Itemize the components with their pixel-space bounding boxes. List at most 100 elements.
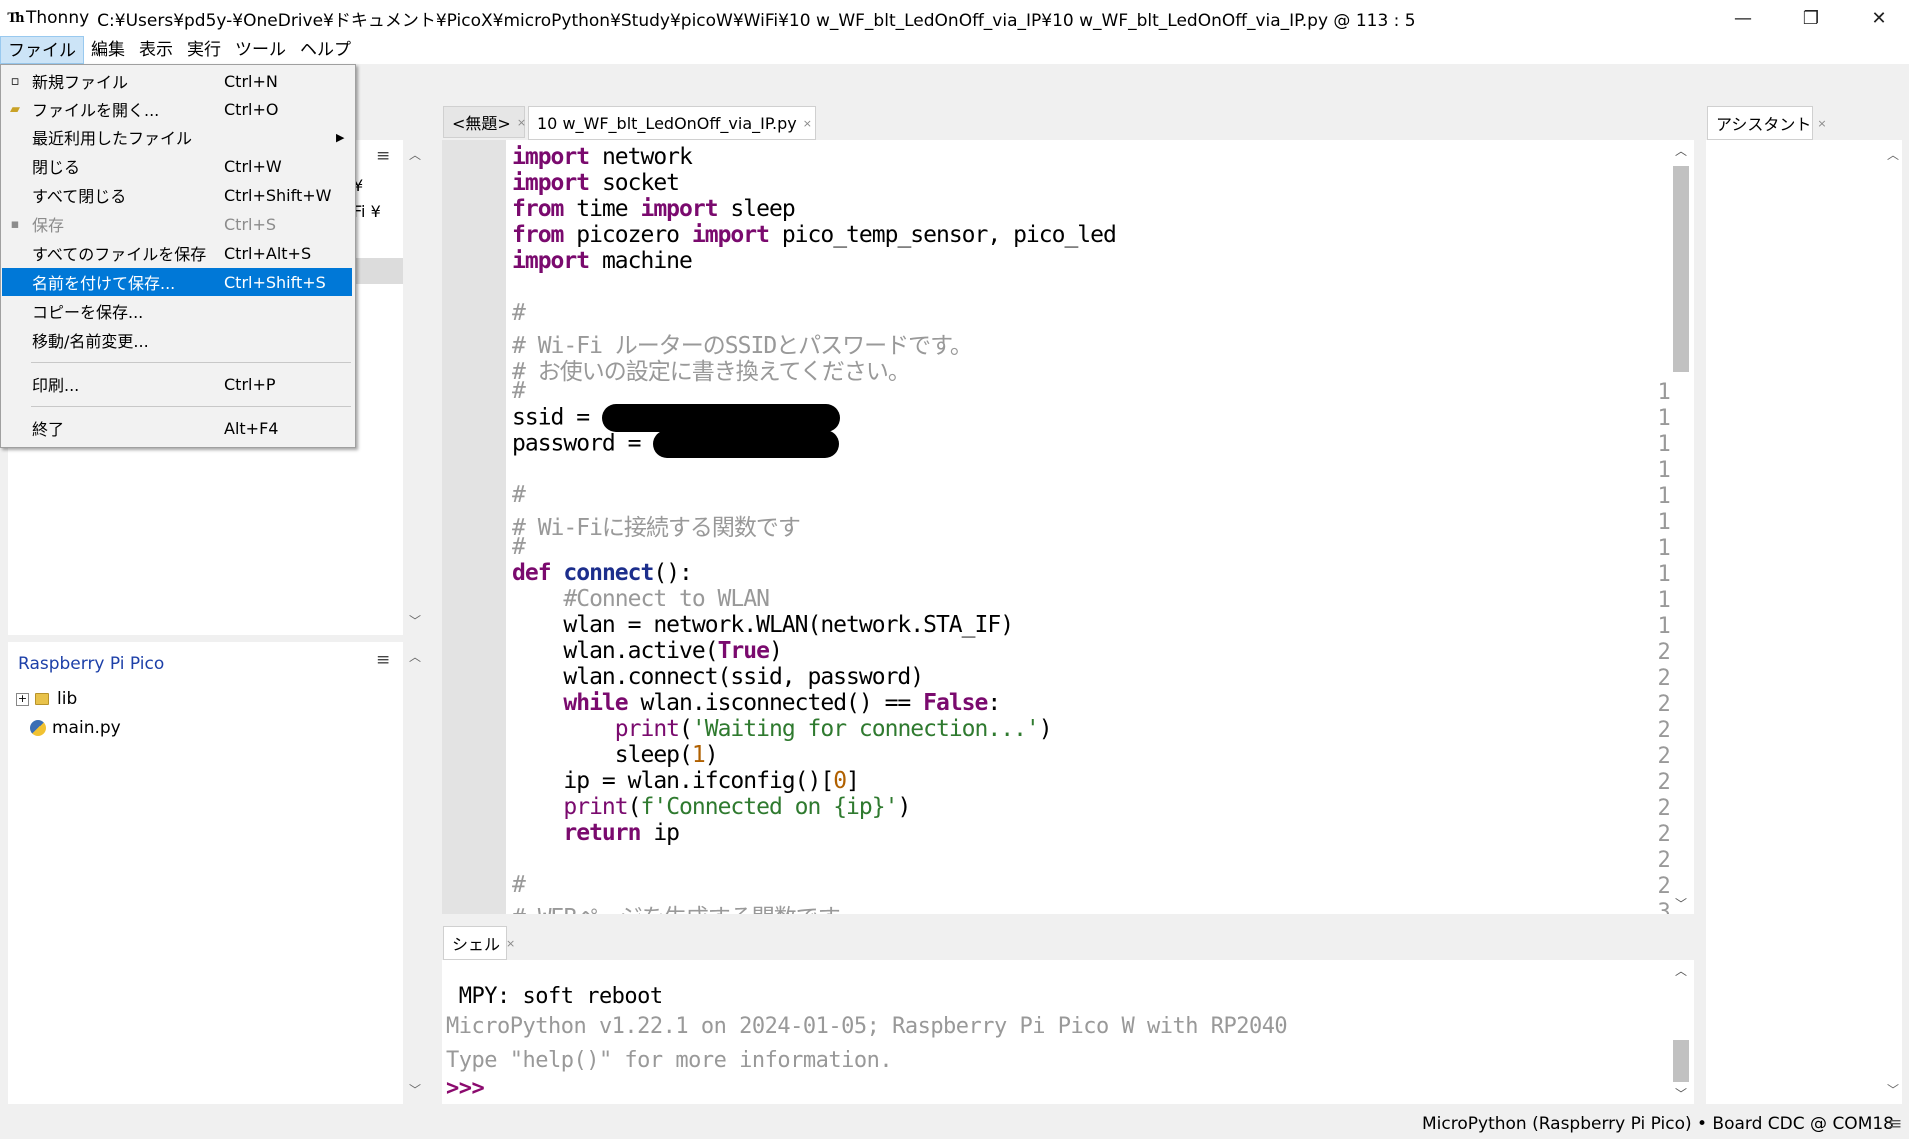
close-tab-icon[interactable]: ×	[1817, 117, 1826, 130]
minimize-icon: —	[1734, 7, 1752, 29]
scroll-down-icon[interactable]: ﹀	[1887, 1081, 1899, 1098]
code-line-16: #	[512, 534, 526, 560]
menu-file[interactable]: ファイル	[0, 36, 84, 64]
tab-assistant[interactable]: アシスタント ×	[1707, 106, 1827, 140]
menu-item-save[interactable]: ▪ 保存 Ctrl+S	[2, 210, 352, 238]
menu-bar: ファイル 編集 表示 実行 ツール ヘルプ	[0, 36, 1909, 64]
shell-scroll-thumb[interactable]	[1673, 1040, 1689, 1082]
scroll-up-icon[interactable]: ︿	[1887, 146, 1899, 163]
scroll-up-icon[interactable]: ︿	[409, 648, 421, 665]
close-tab-icon[interactable]: ×	[517, 116, 526, 129]
minimize-button[interactable]: —	[1714, 0, 1772, 36]
scroll-down-icon[interactable]: ﹀	[409, 612, 421, 629]
close-tab-icon[interactable]: ×	[506, 937, 515, 950]
scroll-up-icon[interactable]: ︿	[1675, 962, 1687, 979]
code-line-3: from time import sleep	[512, 196, 796, 222]
menu-item-print[interactable]: 印刷... Ctrl+P	[2, 370, 352, 398]
code-line-21: wlan.connect(ssid, password)	[512, 664, 924, 690]
menu-help[interactable]: ヘルプ	[293, 36, 358, 64]
tab-label: 10 w_WF_blt_LedOnOff_via_IP.py	[537, 113, 797, 133]
shell-line: MicroPython v1.22.1 on 2024-01-05; Raspb…	[446, 1014, 1288, 1039]
restore-button[interactable]: ❐	[1782, 0, 1840, 36]
files-top-scrollbar[interactable]: ︿ ﹀	[404, 140, 426, 635]
window-title: C:¥Users¥pd5y-¥OneDrive¥ドキュメント¥PicoX¥mic…	[97, 10, 1416, 31]
menu-edit[interactable]: 編集	[84, 36, 132, 64]
menu-separator	[31, 362, 351, 363]
menu-view[interactable]: 表示	[132, 36, 180, 64]
code-line-22: while wlan.isconnected() == False:	[563, 690, 1001, 716]
menu-item-move-rename[interactable]: 移動/名前変更...	[2, 326, 352, 354]
code-line-24: sleep(1)	[512, 742, 719, 768]
shell-pane[interactable]: MPY: soft reboot MicroPython v1.22.1 on …	[442, 960, 1694, 1104]
tree-item-lib[interactable]: + lib	[16, 686, 77, 712]
hamburger-icon[interactable]: ≡	[1888, 1114, 1902, 1134]
editor-scroll-thumb[interactable]	[1673, 166, 1689, 372]
python-file-icon	[30, 720, 46, 736]
menu-item-open-file[interactable]: ▰ ファイルを開く... Ctrl+O	[2, 95, 352, 123]
shell-line: MPY: soft reboot	[446, 984, 663, 1009]
menu-item-save-as[interactable]: 名前を付けて保存... Ctrl+Shift+S	[2, 268, 352, 296]
folder-icon	[35, 693, 49, 705]
code-line-25: ip = wlan.ifconfig()[0]	[512, 768, 860, 794]
menu-tools[interactable]: ツール	[228, 36, 293, 64]
status-bar: MicroPython (Raspberry Pi Pico) • Board …	[0, 1110, 1909, 1139]
files-pane-device: Raspberry Pi Pico ≡ + lib main.py	[8, 642, 403, 1104]
redacted-password	[653, 430, 840, 458]
tab-label: アシスタント	[1716, 115, 1812, 134]
menu-item-save-all[interactable]: すべてのファイルを保存 Ctrl+Alt+S	[2, 239, 352, 267]
app-name: Thonny	[26, 8, 90, 28]
menu-item-close-all[interactable]: すべて閉じる Ctrl+Shift+W	[2, 181, 352, 209]
scroll-down-icon[interactable]: ﹀	[1675, 895, 1687, 912]
pane-menu-icon[interactable]: ≡	[376, 146, 390, 166]
tab-untitled[interactable]: <無題> ×	[443, 106, 526, 138]
scroll-up-icon[interactable]: ︿	[409, 146, 421, 163]
code-line-30: # WEBページを生成する関数です	[512, 898, 841, 914]
menu-item-close[interactable]: 閉じる Ctrl+W	[2, 152, 352, 180]
code-line-15: # Wi-Fiに接続する関数です	[512, 515, 801, 541]
tab-label: シェル	[452, 935, 501, 954]
code-line-19: wlan = network.WLAN(network.STA_IF)	[512, 612, 1014, 638]
expand-icon[interactable]: +	[16, 692, 29, 706]
tree-item-main-py[interactable]: main.py	[30, 715, 121, 741]
code-line-1: import network	[512, 144, 693, 170]
title-bar: Th Thonny C:¥Users¥pd5y-¥OneDrive¥ドキュメント…	[0, 0, 1909, 36]
redacted-ssid	[601, 404, 840, 432]
menu-separator	[31, 406, 351, 407]
interpreter-status[interactable]: MicroPython (Raspberry Pi Pico) • Board …	[1422, 1114, 1894, 1134]
code-line-10: #	[512, 378, 526, 404]
submenu-arrow-icon: ▶	[336, 130, 345, 144]
pane-menu-icon[interactable]: ≡	[376, 650, 390, 670]
assistant-scrollbar[interactable]: ︿ ﹀	[1882, 140, 1904, 1104]
shell-scrollbar[interactable]: ︿ ﹀	[1670, 960, 1692, 1104]
code-line-18: #Connect to WLAN	[512, 586, 770, 612]
new-file-icon: ▫	[10, 73, 20, 89]
menu-item-save-copy[interactable]: コピーを保存...	[2, 297, 352, 325]
tab-main-file[interactable]: 10 w_WF_blt_LedOnOff_via_IP.py ×	[528, 106, 816, 140]
selected-row-highlight	[353, 258, 403, 284]
code-line-12: password =	[512, 430, 840, 458]
code-line-14: #	[512, 482, 526, 508]
file-menu-dropdown: ▫ 新規ファイル Ctrl+N ▰ ファイルを開く... Ctrl+O 最近利用…	[0, 64, 356, 448]
close-button[interactable]: ✕	[1850, 0, 1908, 36]
line-number-gutter	[442, 140, 506, 914]
tree-item-label: lib	[57, 689, 78, 709]
scroll-down-icon[interactable]: ﹀	[409, 1081, 421, 1098]
open-folder-icon: ▰	[10, 101, 20, 117]
files-bottom-scrollbar[interactable]: ︿ ﹀	[404, 642, 426, 1104]
scroll-up-icon[interactable]: ︿	[1675, 142, 1687, 159]
thonny-logo-icon: Th	[7, 10, 24, 26]
assistant-pane	[1706, 140, 1902, 1104]
code-line-17: def connect():	[512, 560, 693, 586]
code-editor[interactable]: 1234567891011121314151617181920212223242…	[442, 140, 1694, 914]
menu-item-recent-files[interactable]: 最近利用したファイル ▶	[2, 123, 352, 151]
editor-scrollbar[interactable]: ︿ ﹀	[1670, 140, 1692, 914]
close-tab-icon[interactable]: ×	[803, 117, 812, 130]
code-line-27: return ip	[563, 820, 680, 846]
menu-item-new-file[interactable]: ▫ 新規ファイル Ctrl+N	[2, 67, 352, 95]
menu-item-exit[interactable]: 終了 Alt+F4	[2, 414, 352, 442]
code-line-26: print(f'Connected on {ip}')	[563, 794, 911, 820]
menu-run[interactable]: 実行	[180, 36, 228, 64]
code-line-2: import socket	[512, 170, 680, 196]
tab-shell[interactable]: シェル ×	[443, 926, 515, 960]
scroll-down-icon[interactable]: ﹀	[1675, 1085, 1687, 1102]
